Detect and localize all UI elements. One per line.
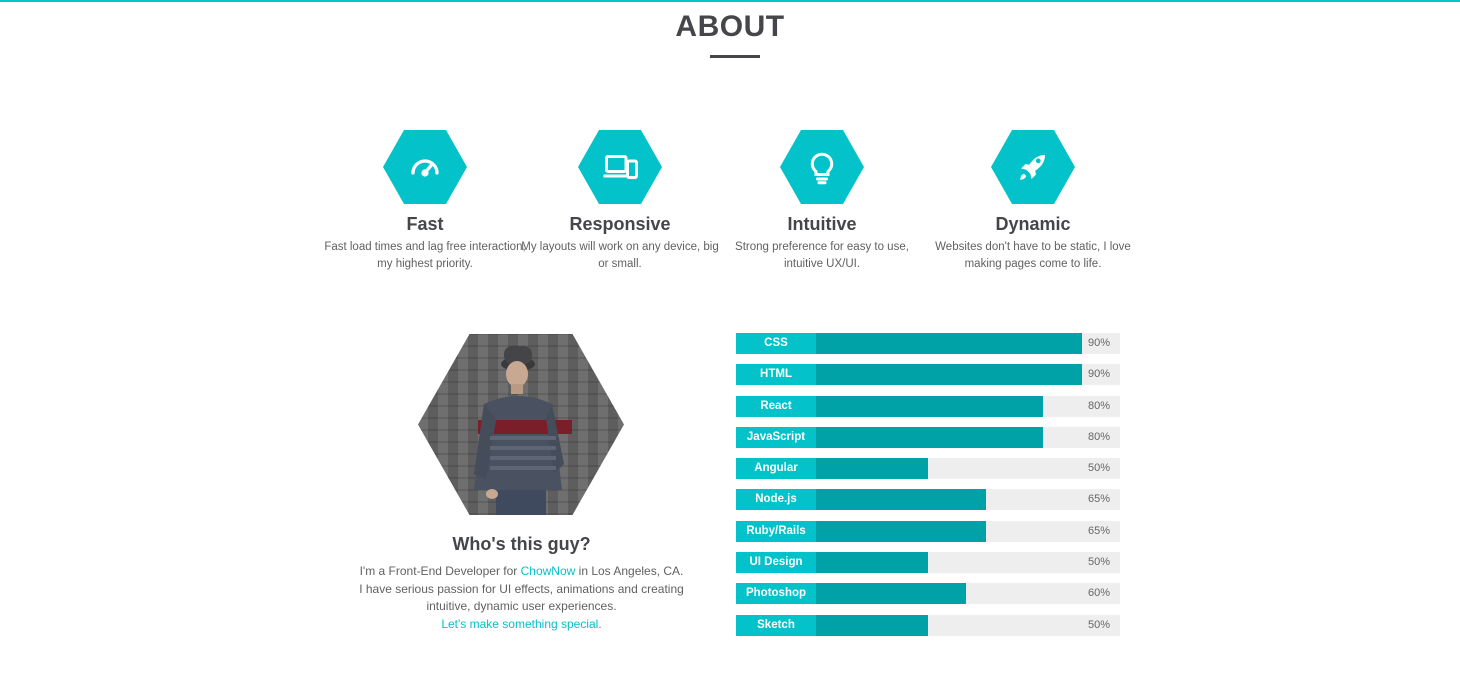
skill-label: Sketch (736, 614, 816, 636)
speedometer-icon (411, 159, 439, 177)
skill-percent: 65% (1087, 493, 1110, 506)
feature-dynamic: Dynamic Websites don't have to be static… (918, 130, 1148, 273)
skill-label: Photoshop (736, 583, 816, 605)
skill-bar: HTML 90% (736, 364, 1120, 386)
feature-hex (578, 130, 662, 204)
feature-text: My layouts will work on any device, big … (521, 241, 719, 270)
skill-percent: 50% (1087, 462, 1110, 475)
feature-hex (383, 130, 467, 204)
rocket-icon (1020, 155, 1045, 180)
bio-line1-post: in Los Angeles, CA. (575, 564, 684, 578)
skill-label: JavaScript (736, 426, 816, 448)
bio-text: I'm a Front-End Developer for ChowNow in… (340, 563, 703, 633)
feature-responsive: Responsive My layouts will work on any d… (505, 130, 735, 273)
skill-label: Ruby/Rails (736, 520, 816, 542)
skill-percent: 80% (1087, 430, 1110, 443)
bio-line2: I have serious passion for UI effects, a… (359, 581, 684, 614)
devices-icon (603, 155, 638, 179)
feature-hex (991, 130, 1075, 204)
bio-line1-pre: I'm a Front-End Developer for (359, 564, 521, 578)
skill-bar: UI Design 50% (736, 552, 1120, 574)
title-underline (710, 55, 760, 58)
skill-bar: Photoshop 60% (736, 583, 1120, 605)
feature-text: Strong preference for easy to use, intui… (735, 241, 909, 270)
skill-bar: JavaScript 80% (736, 426, 1120, 448)
skill-label: React (736, 395, 816, 417)
skill-label: UI Design (736, 552, 816, 574)
feature-intuitive: Intuitive Strong preference for easy to … (707, 130, 937, 273)
skill-percent: 60% (1087, 587, 1110, 600)
profile-photo (418, 334, 624, 515)
skill-bar: CSS 90% (736, 333, 1120, 354)
feature-title: Responsive (569, 214, 671, 234)
feature-title: Dynamic (995, 214, 1071, 234)
skill-label: Node.js (736, 489, 816, 511)
skill-percent: 65% (1087, 524, 1110, 537)
skill-bar: React 80% (736, 395, 1120, 417)
feature-text: Websites don't have to be static, I love… (935, 241, 1131, 270)
top-accent-line (0, 0, 1460, 2)
bio-title: Who's this guy? (452, 534, 591, 554)
feature-title: Intuitive (787, 214, 857, 234)
feature-hex (780, 130, 864, 204)
skill-bar: Sketch 50% (736, 614, 1120, 636)
cta-link[interactable]: Let's make something special. (441, 617, 601, 631)
skill-percent: 50% (1087, 618, 1110, 631)
skills-list: CSS 90% HTML 90% React 80% JavaScript 80… (736, 333, 1120, 646)
skill-bar: Node.js 65% (736, 489, 1120, 511)
skill-label: Angular (736, 458, 816, 480)
section-title: ABOUT (675, 10, 785, 43)
employer-link[interactable]: ChowNow (521, 564, 576, 578)
skill-bar: Ruby/Rails 65% (736, 520, 1120, 542)
skill-percent: 90% (1087, 368, 1110, 381)
lightbulb-icon (810, 152, 834, 185)
skill-bar: Angular 50% (736, 458, 1120, 480)
skill-label: CSS (736, 333, 816, 354)
skill-percent: 90% (1087, 337, 1110, 349)
skill-percent: 50% (1087, 556, 1110, 569)
skill-label: HTML (736, 364, 816, 386)
skill-percent: 80% (1087, 399, 1110, 412)
